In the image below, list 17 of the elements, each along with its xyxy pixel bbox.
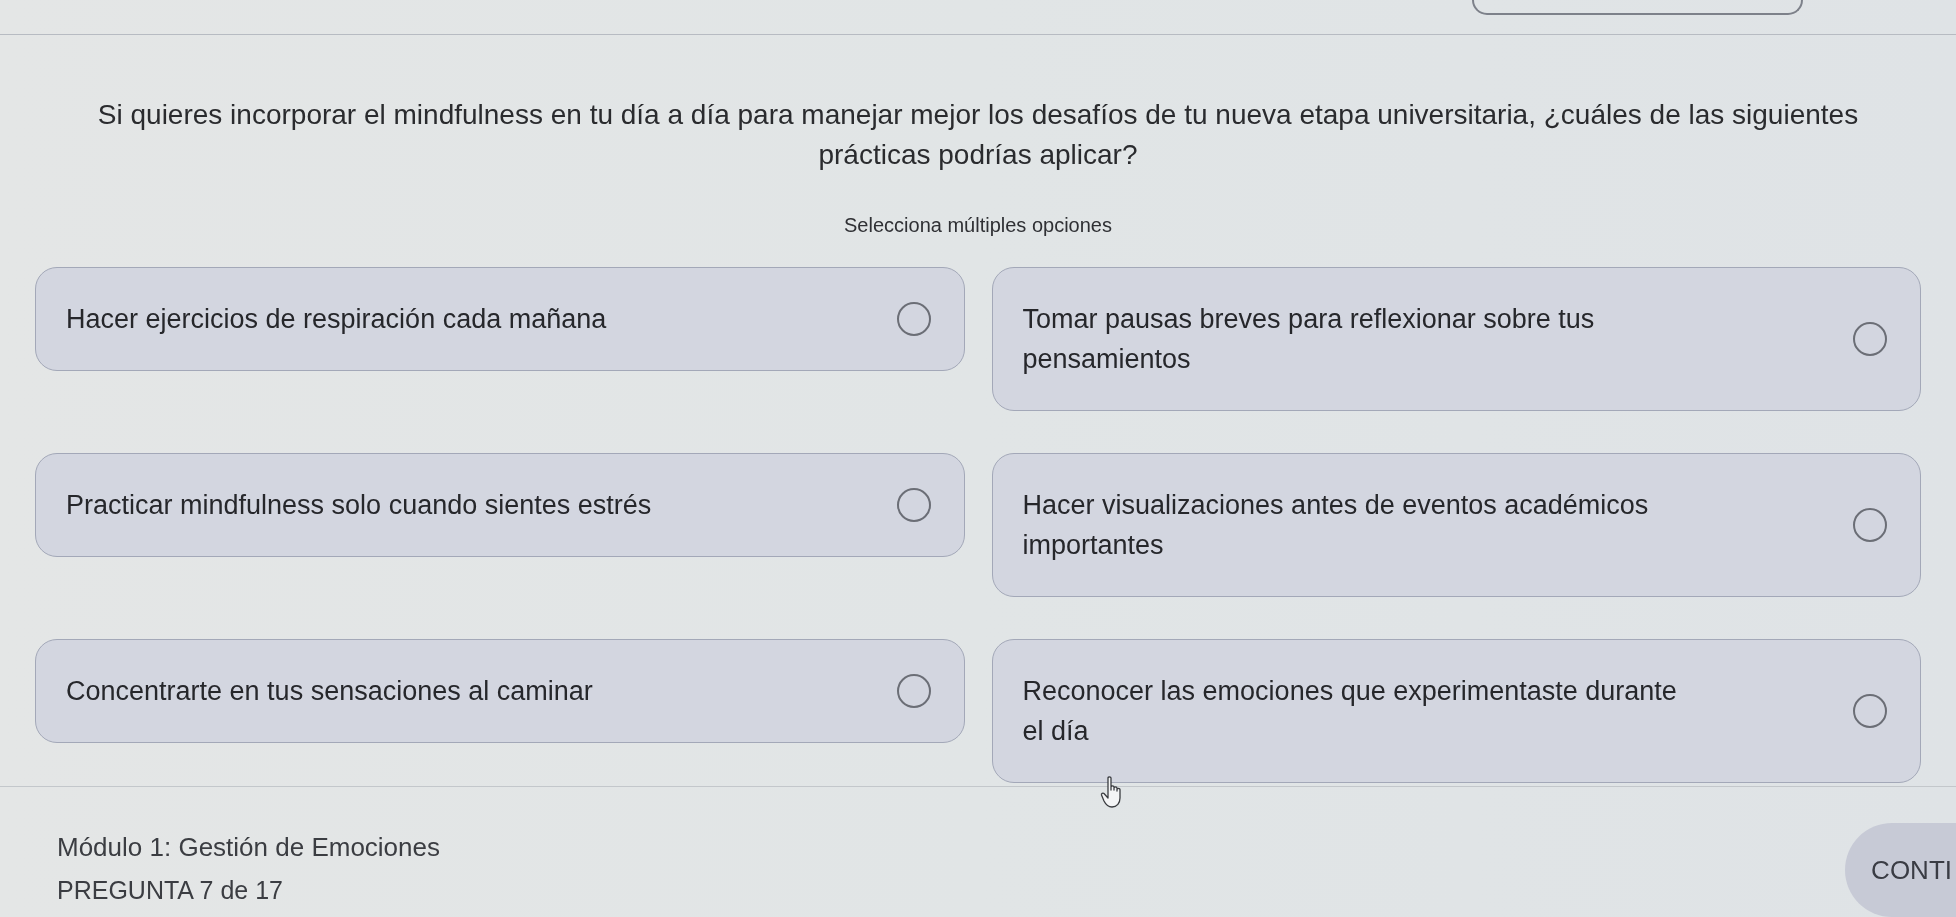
checkbox-circle-icon[interactable] bbox=[896, 674, 931, 708]
checkbox-circle-icon[interactable] bbox=[896, 302, 931, 336]
instruction-text: Selecciona múltiples opciones bbox=[844, 213, 1112, 238]
option-button[interactable]: Practicar mindfulness solo cuando sientes estrés bbox=[35, 453, 965, 557]
checkbox-circle-icon[interactable] bbox=[1853, 322, 1887, 356]
option-button[interactable]: Concentrarte en tus sensaciones al caminar bbox=[35, 639, 965, 743]
option-button[interactable]: Hacer ejercicios de respiración cada mañana bbox=[35, 267, 965, 371]
module-title: Módulo 1: Gestión de Emociones bbox=[57, 832, 440, 862]
option-button[interactable]: Tomar pausas breves para reflexionar sobre tus pensamientos bbox=[991, 267, 1921, 411]
question-text: Si quieres incorporar el mindfulness en tu día a día para manejar mejor los desafíos de tu nueva etapa universitaria, ¿cuáles de las siguientes prácticas podrías aplicar? bbox=[96, 98, 1860, 172]
option-button[interactable]: Reconocer las emociones que experimentaste durante el día bbox=[991, 639, 1921, 783]
checkbox-circle-icon[interactable] bbox=[896, 488, 931, 522]
option-button[interactable]: Hacer visualizaciones antes de eventos académicos importantes bbox=[991, 453, 1921, 597]
continue-button[interactable]: CONTI bbox=[1845, 823, 1956, 917]
checkbox-circle-icon[interactable] bbox=[1853, 508, 1887, 542]
checkbox-circle-icon[interactable] bbox=[1853, 694, 1887, 728]
question-counter: PREGUNTA 7 de 17 bbox=[57, 875, 285, 905]
